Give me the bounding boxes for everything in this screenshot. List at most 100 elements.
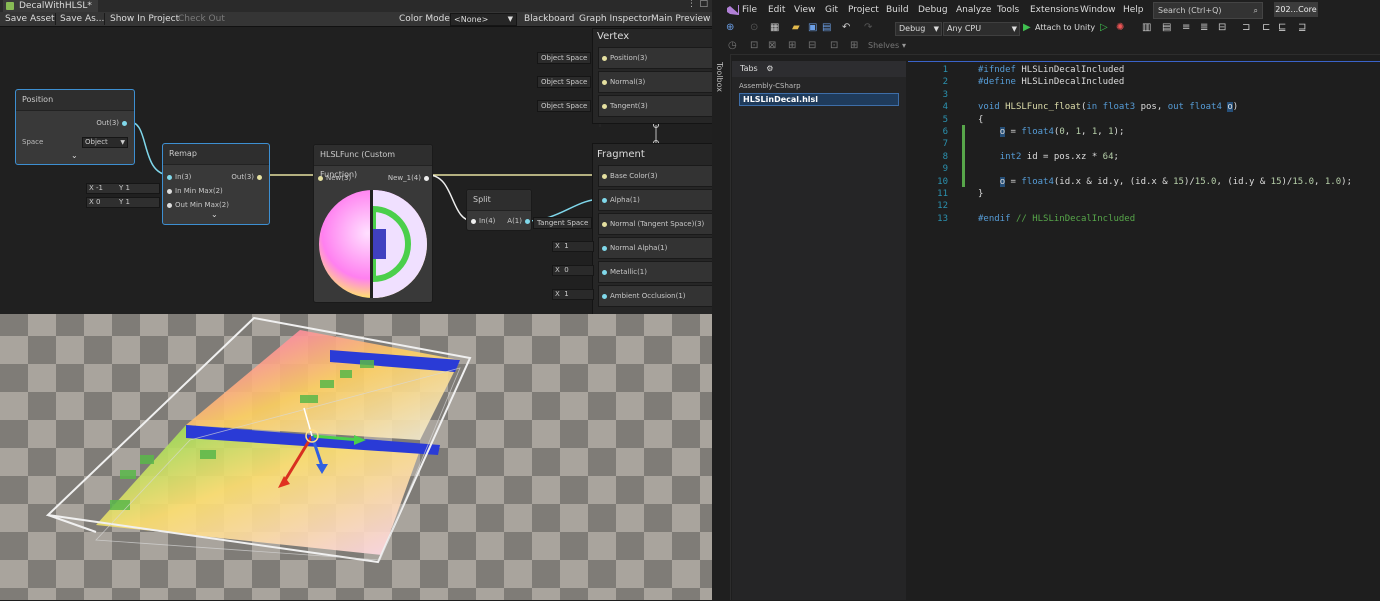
color-mode-dropdown[interactable]: <None> ▼	[450, 13, 517, 26]
shelves-button[interactable]: Shelves	[868, 39, 899, 53]
menu-tools[interactable]: Tools	[997, 0, 1019, 20]
code-line[interactable]: {	[978, 114, 983, 126]
code-line[interactable]: #endif // HLSLinDecalIncluded	[978, 213, 1135, 225]
platform-dropdown[interactable]: Any CPU ▼	[943, 22, 1020, 36]
bookmark-icon[interactable]: ⊐	[1242, 20, 1250, 36]
remap-in-port[interactable]: In(3)	[164, 172, 191, 182]
bookmark-icon[interactable]: ⊏	[1262, 20, 1270, 36]
back-icon[interactable]: ⊕	[726, 20, 734, 36]
fragment-normal-port[interactable]: Normal (Tangent Space)(3)	[598, 213, 712, 235]
position-out-port[interactable]: Out(3)	[96, 118, 130, 128]
toolbox-sidebar[interactable]: Toolbox	[712, 54, 731, 600]
show-in-project-button[interactable]: Show In Project	[110, 12, 179, 26]
menu-project[interactable]: Project	[848, 0, 879, 20]
main-preview-button[interactable]: Main Preview	[651, 12, 710, 26]
split-node[interactable]: Split In(4) A(1)	[466, 189, 532, 231]
menu-debug[interactable]: Debug	[918, 0, 948, 20]
toolbar-icon[interactable]: ≡	[1182, 20, 1190, 36]
toolbar-icon[interactable]: ⊡	[750, 38, 758, 54]
vertex-normal-port[interactable]: Normal(3)	[598, 71, 712, 93]
remap-out-min-max-port[interactable]: Out Min Max(2)	[164, 200, 229, 210]
toolbar-icon[interactable]: ⊞	[788, 38, 796, 54]
position-node[interactable]: Position Out(3) Space Object ▼ ⌄	[15, 89, 135, 165]
bookmark-icon[interactable]: ⊒	[1298, 20, 1306, 36]
hlsl-in-port[interactable]: New(3)	[315, 173, 351, 183]
menu-git[interactable]: Git	[825, 0, 838, 20]
new-project-icon[interactable]: ▦	[770, 20, 779, 36]
toolbar-icon[interactable]: ⊡	[830, 38, 838, 54]
split-in-port[interactable]: In(4)	[468, 216, 495, 226]
code-line[interactable]: #ifndef HLSLinDecalIncluded	[978, 64, 1124, 76]
metallic-value[interactable]: 0	[564, 266, 568, 274]
remap-node[interactable]: Remap In(3) In Min Max(2) Out Min Max(2)…	[162, 143, 270, 225]
code-line[interactable]: void HLSLFunc_float(in float3 pos, out f…	[978, 101, 1238, 113]
code-line[interactable]: }	[978, 188, 983, 200]
toolbar-icon[interactable]: ⊟	[1218, 20, 1226, 36]
in-min-max-input[interactable]: X -1 Y 1	[86, 183, 160, 194]
hlsl-func-node[interactable]: HLSLFunc (Custom Function) New(3) New_1(…	[313, 144, 433, 303]
hot-reload-icon[interactable]: ✺	[1116, 20, 1124, 36]
menu-help[interactable]: Help	[1123, 0, 1144, 20]
out-min-max-x-value[interactable]: 0	[96, 198, 100, 206]
menu-analyze[interactable]: Analyze	[956, 0, 991, 20]
ao-input[interactable]: X 1	[552, 289, 594, 300]
toolbar-icon[interactable]: ▤	[1162, 20, 1171, 36]
redo-icon[interactable]: ↷	[864, 20, 872, 36]
hlsl-out-port[interactable]: New_1(4)	[388, 173, 432, 183]
bookmark-icon[interactable]: ⊑	[1278, 20, 1286, 36]
menu-build[interactable]: Build	[886, 0, 909, 20]
toolbar-icon[interactable]: ⊠	[768, 38, 776, 54]
blackboard-button[interactable]: Blackboard	[524, 12, 574, 26]
normal-alpha-value[interactable]: 1	[564, 242, 568, 250]
chevron-down-icon[interactable]: ▾	[902, 38, 906, 54]
undo-icon[interactable]: ↶	[842, 20, 850, 36]
configuration-dropdown[interactable]: Debug ▼	[895, 22, 942, 36]
shelves-icon[interactable]: ⊞	[850, 38, 858, 54]
project-badge[interactable]: 202...Core	[1274, 2, 1318, 17]
fragment-base-color-port[interactable]: Base Color(3)	[598, 165, 712, 187]
save-icon[interactable]: ▣	[808, 20, 817, 36]
save-all-icon[interactable]: ▤	[822, 20, 831, 36]
remap-in-min-max-port[interactable]: In Min Max(2)	[164, 186, 223, 196]
code-line[interactable]: o = float4(id.x & id.y, (id.x & 15)/15.0…	[978, 176, 1352, 188]
in-min-max-x-value[interactable]: -1	[96, 184, 103, 192]
save-as-button[interactable]: Save As...	[60, 12, 104, 26]
check-out-button[interactable]: Check Out	[178, 12, 225, 26]
menu-file[interactable]: File	[742, 0, 757, 20]
tabs-file-item[interactable]: HLSLinDecal.hlsl	[739, 93, 899, 106]
attach-to-unity-button[interactable]: Attach to Unity	[1035, 21, 1095, 35]
remap-out-port[interactable]: Out(3)	[231, 172, 265, 182]
graph-canvas[interactable]: Position Out(3) Space Object ▼ ⌄ Remap In…	[0, 27, 712, 314]
play-icon[interactable]: ▶	[1023, 20, 1031, 36]
toolbar-icon[interactable]: ▥	[1142, 20, 1151, 36]
close-icon[interactable]: □	[699, 0, 708, 9]
menu-view[interactable]: View	[794, 0, 815, 20]
shader-graph-tab[interactable]: DecalWithHLSL*	[3, 0, 98, 12]
save-asset-button[interactable]: Save Asset	[5, 12, 55, 26]
graph-inspector-button[interactable]: Graph Inspector	[579, 12, 651, 26]
vs-search-input[interactable]: Search (Ctrl+Q) ⌕	[1153, 2, 1263, 19]
fragment-alpha-port[interactable]: Alpha(1)	[598, 189, 712, 211]
out-min-max-y-value[interactable]: 1	[126, 198, 130, 206]
code-editor[interactable]: 1 2 3 4 5 6 7 8 9 10 11 12 13 #ifndef HL…	[908, 61, 1380, 601]
code-line[interactable]: #define HLSLinDecalIncluded	[978, 76, 1124, 88]
open-folder-icon[interactable]: ▰	[792, 20, 800, 36]
out-min-max-input[interactable]: X 0 Y 1	[86, 197, 160, 208]
fragment-normal-alpha-port[interactable]: Normal Alpha(1)	[598, 237, 712, 259]
code-line[interactable]: int2 id = pos.xz * 64;	[978, 151, 1119, 163]
vertex-tangent-port[interactable]: Tangent(3)	[598, 95, 712, 117]
menu-extensions[interactable]: Extensions	[1030, 0, 1079, 20]
toolbar-icon[interactable]: ≣	[1200, 20, 1208, 36]
ao-value[interactable]: 1	[564, 290, 568, 298]
menu-edit[interactable]: Edit	[768, 0, 785, 20]
fragment-metallic-port[interactable]: Metallic(1)	[598, 261, 712, 283]
menu-window[interactable]: Window	[1080, 0, 1116, 20]
history-icon[interactable]: ◷	[728, 38, 737, 54]
gear-icon[interactable]: ⚙	[766, 64, 773, 73]
code-line[interactable]: o = float4(0, 1, 1, 1);	[978, 126, 1124, 138]
forward-icon[interactable]: ⊙	[750, 20, 758, 36]
fragment-ao-port[interactable]: Ambient Occlusion(1)	[598, 285, 712, 307]
more-options-icon[interactable]: ⋮	[687, 0, 696, 9]
space-dropdown[interactable]: Object ▼	[82, 137, 128, 148]
split-out-port[interactable]: A(1)	[507, 216, 533, 226]
